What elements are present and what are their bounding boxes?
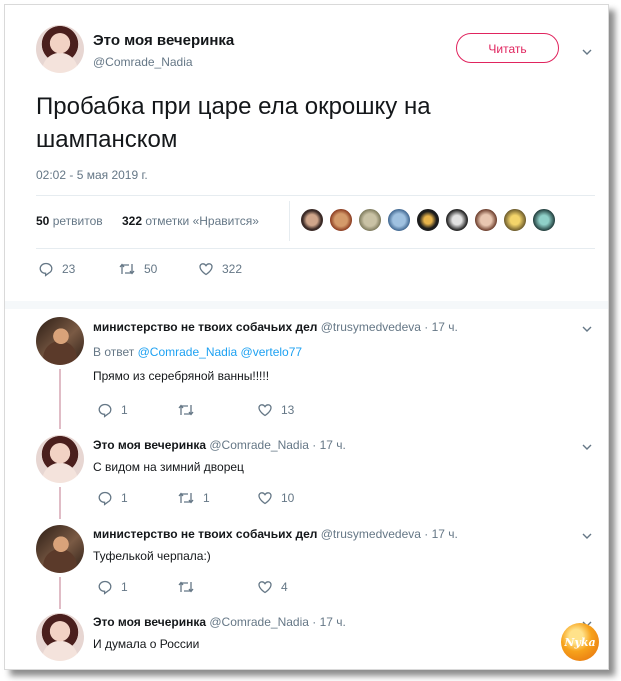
reply-to-prefix: В ответ — [93, 345, 135, 359]
divider — [36, 248, 595, 249]
heart-icon — [199, 263, 213, 276]
like-count: 322 — [222, 262, 243, 276]
reply-header: Это моя вечеринка @Comrade_Nadia · 17 ч. — [93, 438, 346, 452]
reply-author-name[interactable]: Это моя вечеринка — [93, 615, 206, 629]
reply-avatar[interactable] — [36, 613, 84, 661]
retweet-count: 50 — [144, 262, 158, 276]
reply-text: Прямо из серебряной ванны!!!!! — [93, 369, 270, 383]
reply-author-handle[interactable]: @Comrade_Nadia — [209, 615, 309, 629]
reply-avatar[interactable] — [36, 435, 84, 483]
reply-text: С видом на зимний дворец — [93, 460, 244, 474]
like-count: 10 — [281, 491, 295, 505]
reply-button[interactable]: 1 — [97, 579, 128, 595]
follow-button[interactable]: Читать — [456, 33, 559, 63]
reply-to-handles[interactable]: @Comrade_Nadia @vertelo77 — [138, 345, 302, 359]
reply-author-handle[interactable]: @trusymedvedeva — [321, 320, 421, 334]
heart-icon — [258, 492, 272, 505]
like-count: 13 — [281, 403, 295, 417]
avatar[interactable] — [532, 208, 556, 232]
reply-to: В ответ @Comrade_Nadia @vertelo77 — [93, 345, 302, 359]
avatar[interactable] — [416, 208, 440, 232]
reply-count: 1 — [121, 580, 128, 594]
like-count: 4 — [281, 580, 288, 594]
liker-avatars[interactable] — [300, 208, 556, 232]
reply-button[interactable]: 1 — [97, 402, 128, 418]
reply-count: 23 — [62, 262, 76, 276]
author-avatar[interactable] — [36, 25, 84, 73]
author-handle[interactable]: @Comrade_Nadia — [93, 55, 193, 69]
reply-count: 1 — [121, 491, 128, 505]
retweet-icon — [119, 263, 135, 275]
reply-author-handle[interactable]: @Comrade_Nadia — [209, 438, 309, 452]
reply-author-name[interactable]: министерство не твоих собачьих дел — [93, 527, 317, 541]
avatar[interactable] — [503, 208, 527, 232]
author-name[interactable]: Это моя вечеринка — [93, 32, 234, 49]
watermark-logo: Nyka — [561, 623, 599, 661]
chevron-down-icon[interactable] — [582, 442, 592, 452]
avatar[interactable] — [445, 208, 469, 232]
like-button[interactable]: 13 — [257, 402, 294, 418]
reply-time[interactable]: · 17 ч. — [312, 438, 346, 452]
reply-icon — [98, 580, 112, 595]
thread-line — [59, 577, 61, 609]
avatar[interactable] — [300, 208, 324, 232]
reply-count: 1 — [121, 403, 128, 417]
reply-icon — [39, 262, 53, 277]
like-label: отметки «Нравится» — [145, 214, 259, 228]
heart-icon — [258, 581, 272, 594]
like-button[interactable]: 4 — [257, 579, 288, 595]
reply-header: Это моя вечеринка @Comrade_Nadia · 17 ч. — [93, 615, 346, 629]
retweet-count: 1 — [203, 491, 210, 505]
tweet-text: Пробабка при царе ела окрошку на шампанс… — [36, 93, 431, 153]
avatar[interactable] — [474, 208, 498, 232]
thread-line — [59, 487, 61, 519]
reply-author-name[interactable]: Это моя вечеринка — [93, 438, 206, 452]
chevron-down-icon[interactable] — [582, 531, 592, 541]
retweet-icon — [178, 581, 194, 593]
divider — [36, 195, 595, 196]
section-divider — [5, 301, 608, 309]
retweet-stats[interactable]: 50 ретвитов — [36, 214, 103, 228]
reply-header: министерство не твоих собачьих дел @trus… — [93, 320, 458, 334]
retweet-button[interactable] — [177, 402, 203, 418]
reply-avatar[interactable] — [36, 317, 84, 365]
like-stats[interactable]: 322 отметки «Нравится» — [122, 214, 259, 228]
reply-text: И думала о России — [93, 637, 200, 651]
retweet-button[interactable]: 50 — [118, 261, 157, 277]
like-count: 322 — [122, 214, 143, 228]
thread-line — [59, 369, 61, 429]
reply-button[interactable]: 23 — [38, 261, 75, 277]
reply-button[interactable]: 1 — [97, 490, 128, 506]
reply-author-handle[interactable]: @trusymedvedeva — [321, 527, 421, 541]
reply-avatar[interactable] — [36, 525, 84, 573]
avatar[interactable] — [387, 208, 411, 232]
reply-text: Туфелькой черпала:) — [93, 549, 211, 563]
retweet-icon — [178, 404, 194, 416]
tweet-card: Это моя вечеринка @Comrade_Nadia Читать … — [4, 4, 609, 670]
tweet-timestamp[interactable]: 02:02 - 5 мая 2019 г. — [36, 168, 148, 182]
heart-icon — [258, 404, 272, 417]
avatar[interactable] — [329, 208, 353, 232]
like-button[interactable]: 10 — [257, 490, 294, 506]
reply-time[interactable]: · 17 ч. — [424, 320, 458, 334]
chevron-down-icon[interactable] — [582, 47, 592, 57]
retweet-label: ретвитов — [52, 214, 103, 228]
reply-header: министерство не твоих собачьих дел @trus… — [93, 527, 458, 541]
like-button[interactable]: 322 — [198, 261, 242, 277]
reply-time[interactable]: · 17 ч. — [312, 615, 346, 629]
stats-separator — [289, 201, 290, 241]
retweet-count: 50 — [36, 214, 50, 228]
reply-icon — [98, 403, 112, 418]
reply-time[interactable]: · 17 ч. — [424, 527, 458, 541]
reply-icon — [98, 491, 112, 506]
retweet-icon — [178, 492, 194, 504]
avatar[interactable] — [358, 208, 382, 232]
retweet-button[interactable] — [177, 579, 203, 595]
reply-author-name[interactable]: министерство не твоих собачьих дел — [93, 320, 317, 334]
chevron-down-icon[interactable] — [582, 324, 592, 334]
retweet-button[interactable]: 1 — [177, 490, 210, 506]
